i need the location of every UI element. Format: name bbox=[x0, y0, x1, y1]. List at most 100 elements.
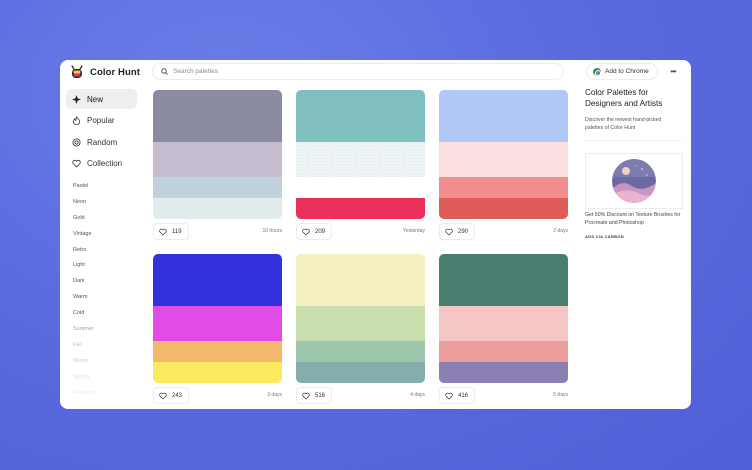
color-swatch[interactable] bbox=[439, 90, 568, 142]
tag-cold[interactable]: Cold bbox=[73, 308, 94, 324]
tag-light[interactable]: Light bbox=[73, 260, 94, 276]
palette-card: 243 3 days bbox=[153, 254, 282, 404]
card-timestamp: 3 days bbox=[267, 392, 282, 398]
color-swatch[interactable] bbox=[439, 177, 568, 198]
side-description: Discover the newest hand-picked palettes… bbox=[585, 117, 662, 131]
ad-image[interactable] bbox=[585, 153, 683, 209]
color-swatch[interactable] bbox=[153, 90, 282, 142]
search-icon bbox=[161, 68, 168, 75]
color-swatch[interactable] bbox=[296, 254, 425, 306]
color-swatch[interactable] bbox=[439, 362, 568, 383]
card-footer: 243 3 days bbox=[153, 387, 282, 404]
palette-swatches[interactable] bbox=[439, 254, 568, 383]
color-swatch[interactable] bbox=[153, 341, 282, 362]
sidebar-item-collection[interactable]: Collection bbox=[66, 154, 137, 174]
app-name: Color Hunt bbox=[90, 66, 141, 78]
card-timestamp: 10 hours bbox=[262, 228, 282, 234]
color-swatch[interactable] bbox=[153, 362, 282, 383]
heart-icon bbox=[445, 392, 453, 399]
tag-rainbow[interactable]: Rainbow bbox=[73, 388, 94, 404]
tag-neon[interactable]: Neon bbox=[73, 197, 94, 213]
color-swatch[interactable] bbox=[439, 306, 568, 341]
card-footer: 119 10 hours bbox=[153, 223, 282, 240]
color-swatch[interactable] bbox=[153, 177, 282, 198]
like-button[interactable]: 119 bbox=[153, 223, 189, 240]
more-menu-button[interactable]: ••• bbox=[664, 65, 682, 77]
color-swatch[interactable] bbox=[296, 142, 425, 177]
sidebar-item-label: Collection bbox=[87, 159, 123, 168]
color-swatch[interactable] bbox=[296, 362, 425, 383]
tag-warm[interactable]: Warm bbox=[73, 292, 94, 308]
color-swatch[interactable] bbox=[296, 341, 425, 362]
sidebar-item-label: New bbox=[87, 94, 104, 104]
card-timestamp: 2 days bbox=[553, 228, 568, 234]
like-button[interactable]: 209 bbox=[296, 223, 333, 240]
tag-retro[interactable]: Retro bbox=[73, 245, 94, 261]
palette-card: 290 2 days bbox=[439, 90, 568, 240]
like-count: 209 bbox=[315, 228, 326, 235]
color-swatch[interactable] bbox=[296, 306, 425, 341]
card-timestamp: 4 days bbox=[410, 392, 425, 398]
color-swatch[interactable] bbox=[153, 254, 282, 306]
shuffle-icon bbox=[72, 137, 81, 147]
color-swatch[interactable] bbox=[439, 198, 568, 219]
logo[interactable]: Color Hunt bbox=[70, 64, 140, 80]
add-to-chrome-label: Add to Chrome bbox=[605, 68, 649, 75]
tag-gold[interactable]: Gold bbox=[73, 213, 94, 229]
like-button[interactable]: 516 bbox=[296, 387, 333, 404]
palette-card: 516 4 days bbox=[296, 254, 425, 404]
ad-via[interactable]: ADS VIA CARBON bbox=[585, 234, 624, 239]
sidebar-item-popular[interactable]: Popular bbox=[66, 111, 137, 131]
color-swatch[interactable] bbox=[153, 306, 282, 341]
like-count: 516 bbox=[315, 392, 326, 399]
palette-swatches[interactable] bbox=[296, 90, 425, 219]
like-count: 416 bbox=[458, 392, 469, 399]
color-swatch[interactable] bbox=[439, 254, 568, 306]
like-button[interactable]: 290 bbox=[439, 223, 476, 240]
color-hunt-logo-icon bbox=[71, 65, 83, 78]
tag-spring[interactable]: Spring bbox=[73, 372, 94, 388]
search-input[interactable] bbox=[173, 68, 543, 75]
card-footer: 516 4 days bbox=[296, 387, 425, 404]
tag-winter[interactable]: Winter bbox=[73, 356, 94, 372]
ad-text[interactable]: Get 50% Discount on Texture Brushes for … bbox=[585, 211, 685, 227]
diamond-icon bbox=[72, 94, 81, 104]
color-swatch[interactable] bbox=[153, 198, 282, 219]
card-footer: 209 Yesterday bbox=[296, 223, 425, 240]
palette-card: 209 Yesterday bbox=[296, 90, 425, 240]
add-to-chrome-button[interactable]: Add to Chrome bbox=[586, 63, 658, 80]
palette-swatches[interactable] bbox=[153, 254, 282, 383]
palette-swatches[interactable] bbox=[296, 254, 425, 383]
search-bar[interactable] bbox=[152, 63, 564, 80]
palette-swatches[interactable] bbox=[439, 90, 568, 219]
app-window: Color Hunt Add to Chrome ••• New Popular bbox=[60, 60, 691, 409]
card-footer: 416 5 days bbox=[439, 387, 568, 404]
chrome-icon bbox=[593, 67, 601, 76]
tag-fall[interactable]: Fall bbox=[73, 340, 94, 356]
like-button[interactable]: 243 bbox=[153, 387, 190, 404]
sidebar-item-new[interactable]: New bbox=[66, 89, 137, 109]
color-swatch[interactable] bbox=[296, 90, 425, 142]
card-timestamp: Yesterday bbox=[402, 228, 425, 234]
ad-artwork-icon bbox=[612, 159, 656, 203]
color-swatch[interactable] bbox=[439, 341, 568, 362]
heart-icon bbox=[302, 392, 310, 399]
more-icon: ••• bbox=[670, 66, 676, 76]
like-button[interactable]: 416 bbox=[439, 387, 476, 404]
palette-swatches[interactable] bbox=[153, 90, 282, 219]
sidebar-item-random[interactable]: Random bbox=[66, 132, 137, 152]
color-swatch[interactable] bbox=[153, 142, 282, 177]
divider bbox=[585, 140, 682, 141]
tag-dark[interactable]: Dark bbox=[73, 276, 94, 292]
flame-icon bbox=[72, 116, 81, 125]
color-swatch[interactable] bbox=[439, 142, 568, 177]
tag-pastel[interactable]: Pastel bbox=[73, 181, 94, 197]
like-count: 290 bbox=[458, 228, 469, 235]
color-swatch[interactable] bbox=[296, 198, 425, 219]
tag-summer[interactable]: Summer bbox=[73, 324, 94, 340]
tag-vintage[interactable]: Vintage bbox=[73, 229, 94, 245]
like-count: 243 bbox=[172, 392, 183, 399]
tag-list: Pastel Neon Gold Vintage Retro Light Dark Warm C… bbox=[73, 181, 94, 403]
sidebar-item-label: Random bbox=[87, 137, 118, 147]
color-swatch[interactable] bbox=[296, 177, 425, 198]
